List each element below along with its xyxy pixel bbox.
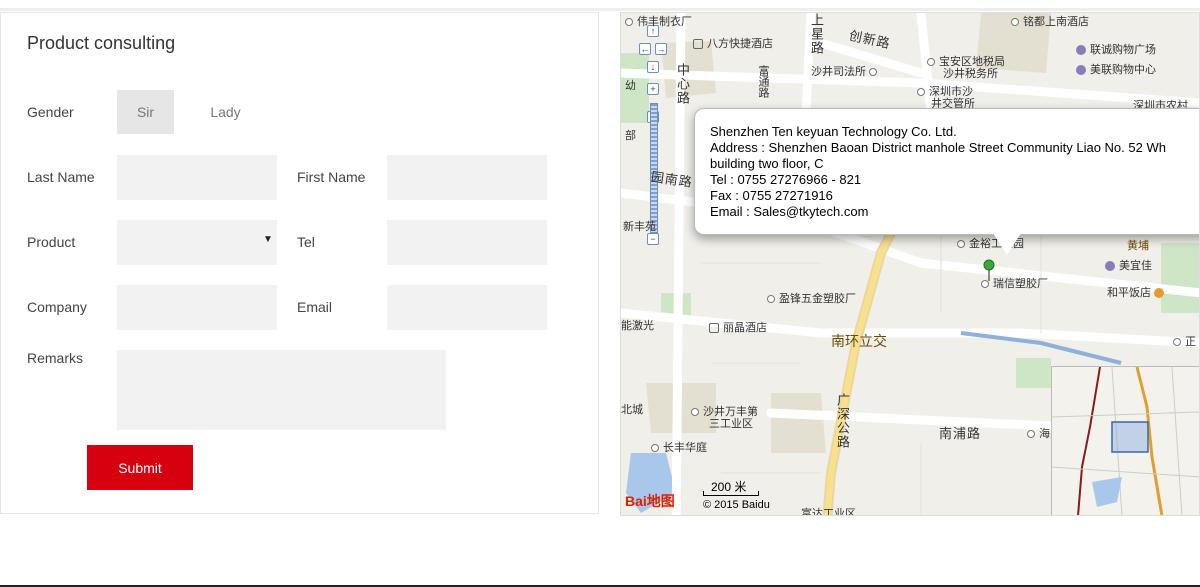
map-label: 美联购物中心 (1076, 61, 1156, 77)
pan-left-icon[interactable]: ← (639, 43, 651, 55)
gender-label: Gender (27, 104, 74, 120)
product-label: Product (27, 234, 76, 250)
map-label: 沙井税务所 (943, 68, 998, 80)
company-tel: Tel : 0755 27276966 - 821 (710, 172, 862, 187)
info-window: Shenzhen Ten keyuan Technology Co. Ltd. … (694, 108, 1199, 235)
map-label: 铭都上南酒店 (1011, 13, 1089, 29)
first-name-label: First Name (297, 169, 366, 185)
company-address-line2: building two floor, C (710, 156, 824, 171)
map-zoom-control: ↑ ← → ↓ + = − (629, 13, 677, 253)
map-overview[interactable] (1051, 366, 1199, 515)
map-label: 黄埔 (1127, 240, 1149, 252)
last-name-input[interactable] (117, 155, 277, 200)
map-label: 八方快捷酒店 (693, 35, 773, 51)
tel-input[interactable] (387, 220, 547, 265)
company-input[interactable] (117, 285, 277, 330)
company-name: Shenzhen Ten keyuan Technology Co. Ltd. (710, 124, 957, 139)
tel-label: Tel (297, 234, 315, 250)
gender-sir-option[interactable]: Sir (117, 90, 174, 134)
map-label: 正 (1173, 333, 1196, 349)
map-label: 联诚购物广场 (1076, 41, 1156, 57)
map-label: 能激光 (621, 320, 654, 332)
last-name-label: Last Name (27, 169, 95, 185)
map-copyright: © 2015 Baidu (703, 499, 770, 511)
product-consulting-form: Product consulting Gender Sir Lady Last … (0, 12, 599, 514)
info-window-tail (993, 233, 1021, 255)
company-fax: Fax : 0755 27271916 (710, 188, 833, 203)
top-divider (0, 8, 1200, 11)
map-label: 南环立交 (831, 333, 887, 349)
map-road-label: 中心路 (675, 63, 690, 105)
map-label: 盈锋五金塑胶厂 (767, 290, 856, 306)
map-label: 和平饭店 (1107, 284, 1168, 300)
form-title: Product consulting (27, 33, 176, 53)
pan-down-icon[interactable]: ↓ (647, 61, 659, 73)
map-label: 北城 (621, 404, 643, 416)
map-label: 部 (625, 130, 636, 142)
map-road-label: 上星路 (809, 13, 824, 55)
remarks-label: Remarks (27, 350, 84, 366)
company-email: Email : Sales@tkytech.com (710, 204, 869, 219)
map-label: 伟丰制衣厂 (625, 13, 692, 29)
email-label: Email (297, 299, 333, 315)
overview-map-graphic (1051, 366, 1199, 515)
gender-lady-option[interactable]: Lady (197, 90, 254, 134)
map-label: 长丰华庭 (651, 439, 707, 455)
baidu-map[interactable]: ↑ ← → ↓ + = − 伟丰制衣厂 八方快捷酒店 上星路 创新路 沙井司法所… (620, 12, 1200, 516)
map-road-label: 广深公路 (835, 393, 850, 449)
map-label: 丽晶酒店 (709, 319, 767, 335)
map-label: 美宜佳 (1105, 257, 1152, 273)
company-address: Address : Shenzhen Baoan District manhol… (710, 140, 1166, 155)
location-pin-icon[interactable] (983, 259, 995, 281)
map-label: 三工业区 (709, 418, 753, 430)
map-label: 幼 (625, 80, 636, 92)
baidu-logo[interactable]: Bai地图 (625, 491, 675, 511)
remarks-textarea[interactable] (117, 350, 446, 430)
email-input[interactable] (387, 285, 547, 330)
map-label: 沙井司法所 (811, 63, 881, 79)
map-label: 富达工业区 (801, 508, 856, 516)
product-select[interactable] (117, 220, 277, 265)
zoom-out-icon[interactable]: − (647, 233, 659, 245)
zoom-in-icon[interactable]: + (647, 83, 659, 95)
company-label: Company (27, 299, 87, 315)
dropdown-arrow-icon: ▼ (263, 234, 273, 245)
scale-bar (703, 491, 759, 496)
first-name-input[interactable] (387, 155, 547, 200)
pan-right-icon[interactable]: → (655, 43, 667, 55)
map-label: 新丰苑 (623, 221, 656, 233)
map-road-label: 富通路 (757, 65, 769, 98)
submit-button[interactable]: Submit (87, 445, 193, 490)
map-road-label: 南浦路 (939, 426, 982, 441)
